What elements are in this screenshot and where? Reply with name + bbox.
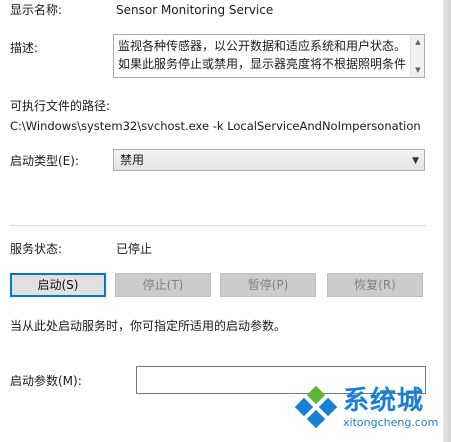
startup-type-value: 禁用 <box>120 153 145 167</box>
watermark-title: 系统城 <box>343 386 425 416</box>
display-name-label: 显示名称: <box>10 3 63 17</box>
start-button[interactable]: 启动(S) <box>10 273 106 297</box>
exe-path-value: C:\Windows\system32\svchost.exe -k Local… <box>10 119 421 133</box>
description-label: 描述: <box>10 41 39 55</box>
service-status-value: 已停止 <box>116 242 153 256</box>
scroll-down-icon[interactable]: ▼ <box>411 63 424 77</box>
windows-logo-icon <box>294 385 338 429</box>
start-params-hint: 当从此处启动服务时，你可指定所适用的启动参数。 <box>10 319 287 333</box>
section-divider <box>10 225 426 226</box>
start-params-label: 启动参数(M): <box>10 374 82 388</box>
window-edge <box>443 0 451 442</box>
service-status-label: 服务状态: <box>10 242 63 256</box>
watermark-subtitle: xitongcheng.com <box>343 416 439 429</box>
scroll-up-icon[interactable]: ▲ <box>411 35 424 49</box>
chevron-down-icon: ▼ <box>412 156 419 166</box>
description-line-1: 监视各种传感器，以公开数据和适应系统和用户状态。 <box>118 39 407 53</box>
description-textbox[interactable]: 监视各种传感器，以公开数据和适应系统和用户状态。 如果此服务停止或禁用，显示器亮… <box>113 34 425 78</box>
exe-path-label: 可执行文件的路径: <box>10 99 111 113</box>
startup-type-select[interactable]: 禁用 ▼ <box>113 149 425 171</box>
watermark-logo: 系统城 xitongcheng.com <box>293 378 443 438</box>
resume-button[interactable]: 恢复(R) <box>327 273 423 297</box>
pause-button[interactable]: 暂停(P) <box>220 273 316 297</box>
stop-button[interactable]: 停止(T) <box>115 273 211 297</box>
description-line-2: 如果此服务停止或禁用，显示器亮度将不根据照明条件 <box>118 57 407 71</box>
description-scrollbar[interactable]: ▲ ▼ <box>410 35 424 77</box>
startup-type-label: 启动类型(E): <box>10 154 79 168</box>
display-name-value: Sensor Monitoring Service <box>116 3 274 17</box>
